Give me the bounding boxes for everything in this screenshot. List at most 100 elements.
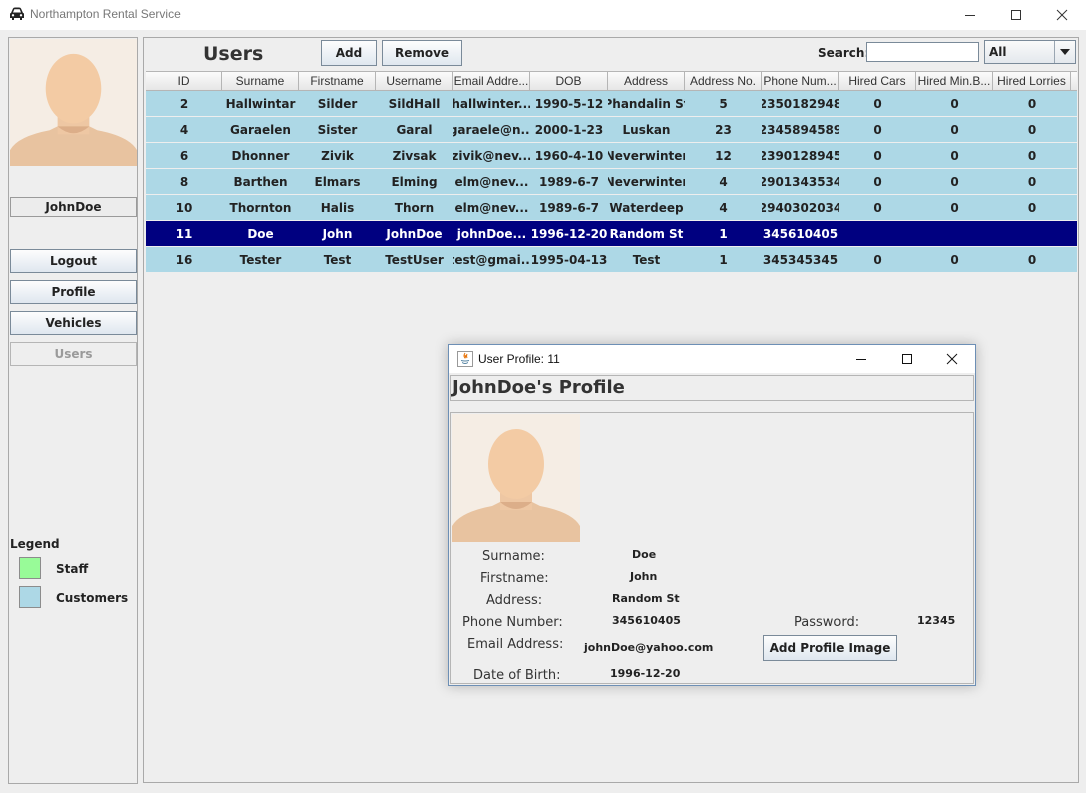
dialog-maximize-button[interactable] (884, 345, 930, 373)
vehicles-button[interactable]: Vehicles (10, 311, 137, 335)
column-header-surname[interactable]: Surname (222, 72, 299, 90)
cell-dob: 1990-5-12 (534, 96, 604, 111)
table-row[interactable]: 2 Hallwintar Silder SildHall hallwinter... 19… (146, 91, 1077, 117)
minimize-button[interactable] (947, 0, 993, 30)
dialog-close-button[interactable] (929, 345, 975, 373)
profile-heading: JohnDoe's Profile (450, 375, 974, 401)
column-header-email[interactable]: Email Addre... (453, 72, 530, 90)
user-silhouette-icon (452, 414, 580, 542)
cell-hired-minibuses: 0 (950, 122, 959, 137)
cell-firstname: Sister (317, 122, 358, 137)
cell-address-no: 23 (715, 122, 732, 137)
cell-id: 6 (179, 148, 189, 163)
cell-surname: Dhonner (231, 148, 290, 163)
cell-phone: 2345894589 (762, 122, 839, 137)
dialog-titlebar: User Profile: 11 (449, 345, 975, 373)
cell-id: 8 (179, 174, 189, 189)
cell-address: Test (632, 252, 661, 267)
column-header-address-no[interactable]: Address No. (685, 72, 762, 90)
current-username: JohnDoe (10, 197, 137, 217)
column-header-username[interactable]: Username (376, 72, 453, 90)
column-header-id[interactable]: ID (146, 72, 222, 90)
window-titlebar: Northampton Rental Service (0, 0, 1086, 30)
table-row[interactable]: 10 Thornton Halis Thorn elm@nev... 1989-6-7 Wa… (146, 195, 1077, 221)
cell-dob: 1960-4-10 (534, 148, 604, 163)
table-row[interactable]: 16 Tester Test TestUser test@gmai...1995-04-… (146, 247, 1077, 273)
search-input[interactable] (866, 42, 979, 62)
chevron-down-icon[interactable] (1054, 41, 1075, 63)
table-row[interactable]: 11 Doe John JohnDoe johnDoe... 1996-12-20 Rand… (146, 221, 1077, 247)
column-header-hired-cars[interactable]: Hired Cars (839, 72, 916, 90)
add-profile-image-button[interactable]: Add Profile Image (763, 635, 897, 661)
column-header-dob[interactable]: DOB (530, 72, 608, 90)
phone-value: 345610405 (612, 614, 681, 627)
cell-address-no: 1 (719, 252, 728, 267)
table-row[interactable]: 6 Dhonner Zivik Zivsak zivik@nev... 1960-4-10… (146, 143, 1077, 169)
cell-email: hallwinter... (453, 96, 530, 111)
cell-surname: Garaelen (230, 122, 291, 137)
cell-hired-minibuses: 0 (950, 200, 959, 215)
cell-hired-cars: 0 (873, 174, 882, 189)
cell-hired-lorries: 0 (1027, 148, 1037, 163)
maximize-button[interactable] (993, 0, 1039, 30)
cell-hired-minibuses: 0 (950, 174, 959, 189)
column-header-firstname[interactable]: Firstname (299, 72, 376, 90)
search-label: Search: (818, 46, 870, 60)
close-button[interactable] (1039, 0, 1085, 30)
profile-button[interactable]: Profile (10, 280, 137, 304)
add-button[interactable]: Add (321, 40, 377, 66)
users-button[interactable]: Users (10, 342, 137, 366)
cell-email: elm@nev... (454, 200, 529, 215)
cell-hired-lorries: 0 (1027, 122, 1037, 137)
remove-button[interactable]: Remove (382, 40, 462, 66)
column-header-hired-minibuses[interactable]: Hired Min.B... (916, 72, 993, 90)
column-header-hired-lorries[interactable]: Hired Lorries (993, 72, 1071, 90)
dialog-minimize-button[interactable] (838, 345, 884, 373)
logout-button[interactable]: Logout (10, 249, 137, 273)
cell-username: Elming (391, 174, 438, 189)
table-header: ID Surname Firstname Username Email Addre...… (146, 71, 1077, 91)
cell-phone: 2901343534 (762, 174, 839, 189)
cell-phone: 2350182948 (762, 96, 839, 111)
cell-email: test@gmai... (453, 252, 530, 267)
cell-surname: Hallwintar (225, 96, 296, 111)
cell-hired-minibuses (916, 221, 993, 246)
cell-phone: 345345345 (762, 252, 839, 267)
cell-id: 11 (175, 226, 193, 241)
surname-label: Surname: (482, 549, 545, 564)
cell-email: johnDoe... (456, 226, 527, 241)
java-icon (457, 351, 473, 367)
maximize-icon (902, 354, 912, 364)
profile-image (452, 414, 580, 542)
cell-dob: 1996-12-20 (530, 226, 608, 241)
cell-id: 2 (179, 96, 189, 111)
avatar (10, 39, 137, 166)
cell-hired-cars: 0 (873, 252, 882, 267)
cell-username: JohnDoe (386, 226, 443, 241)
column-header-phone[interactable]: Phone Num... (762, 72, 839, 90)
cell-address-no: 1 (719, 226, 728, 241)
cell-email: garaele@n... (453, 122, 530, 137)
cell-surname: Barthen (233, 174, 288, 189)
cell-firstname: Zivik (321, 148, 354, 163)
cell-hired-cars: 0 (873, 122, 882, 137)
email-value: johnDoe@yahoo.com (584, 641, 714, 654)
legend-swatch-staff (19, 557, 41, 579)
cell-username: TestUser (385, 252, 444, 267)
address-label: Address: (486, 593, 543, 608)
cell-address-no: 4 (719, 200, 728, 215)
column-header-address[interactable]: Address (608, 72, 685, 90)
cell-dob: 2000-1-23 (534, 122, 604, 137)
cell-hired-cars: 0 (873, 200, 882, 215)
cell-id: 4 (179, 122, 189, 137)
cell-hired-lorries: 0 (1027, 252, 1037, 267)
cell-surname: Doe (247, 226, 274, 241)
cell-address: Waterdeep (609, 200, 684, 215)
table-row[interactable]: 4 Garaelen Sister Garal garaele@n... 2000-1-2… (146, 117, 1077, 143)
cell-hired-lorries (993, 221, 1071, 246)
table-row[interactable]: 8 Barthen Elmars Elming elm@nev... 1989-6-7 Ne… (146, 169, 1077, 195)
cell-hired-lorries: 0 (1027, 200, 1037, 215)
user-type-filter[interactable]: All (984, 40, 1076, 64)
cell-firstname: Silder (317, 96, 358, 111)
surname-value: Doe (632, 548, 657, 561)
